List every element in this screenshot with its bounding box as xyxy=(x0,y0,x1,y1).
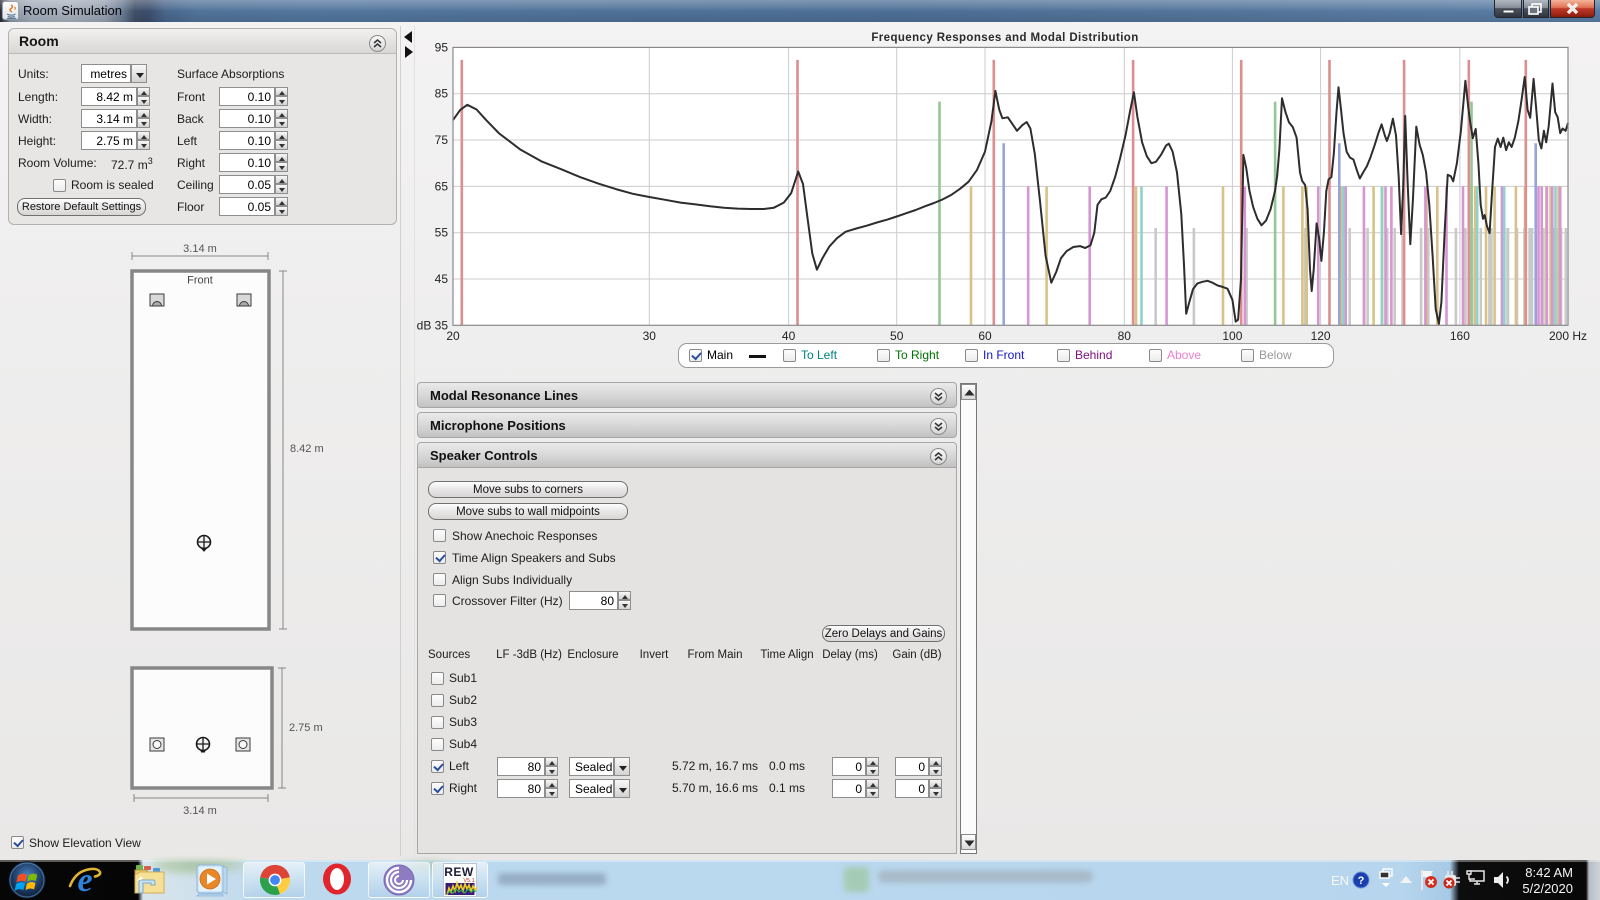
svg-text:65: 65 xyxy=(435,179,449,193)
svg-text:100: 100 xyxy=(1222,329,1242,343)
svg-text:Frequency Responses and Modal: Frequency Responses and Modal Distributi… xyxy=(871,32,1138,44)
svg-text:50: 50 xyxy=(890,329,904,343)
svg-text:160: 160 xyxy=(1450,329,1470,343)
svg-text:95: 95 xyxy=(435,40,449,54)
svg-text:40: 40 xyxy=(782,329,796,343)
svg-text:75: 75 xyxy=(435,133,449,147)
svg-text:30: 30 xyxy=(643,329,657,343)
svg-text:85: 85 xyxy=(435,87,449,101)
svg-text:dB 35: dB 35 xyxy=(417,318,449,332)
svg-text:45: 45 xyxy=(435,272,449,286)
svg-text:e: e xyxy=(77,862,92,899)
svg-text:80: 80 xyxy=(1118,329,1132,343)
svg-text:20: 20 xyxy=(446,329,460,343)
svg-text:REW: REW xyxy=(444,865,474,879)
svg-text:?: ? xyxy=(1358,875,1365,887)
svg-text:120: 120 xyxy=(1311,329,1331,343)
svg-text:60: 60 xyxy=(978,329,992,343)
svg-text:55: 55 xyxy=(435,226,449,240)
svg-text:200 Hz: 200 Hz xyxy=(1549,329,1587,343)
